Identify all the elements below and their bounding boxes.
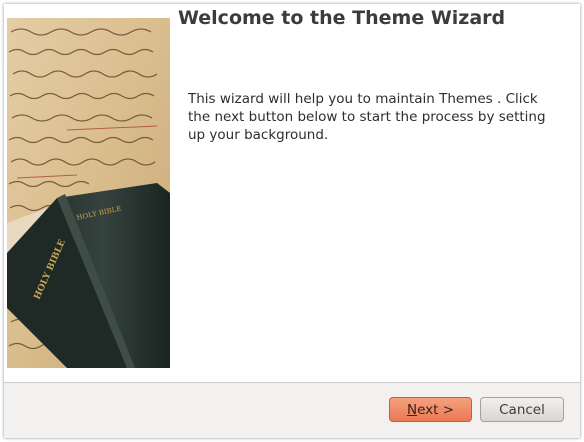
next-button-label: ext > bbox=[417, 401, 455, 418]
next-button[interactable]: Next > bbox=[389, 397, 472, 422]
theme-wizard-dialog: HOLY BIBLE HOLY BIBLE Welcome to the The… bbox=[4, 4, 580, 438]
wizard-description: This wizard will help you to maintain Th… bbox=[188, 91, 546, 143]
button-bar: Next > Cancel bbox=[4, 382, 580, 438]
wizard-title: Welcome to the Theme Wizard bbox=[178, 7, 506, 29]
bible-manuscript-image: HOLY BIBLE HOLY BIBLE bbox=[7, 18, 170, 368]
next-button-mnemonic: N bbox=[406, 401, 418, 418]
cancel-button[interactable]: Cancel bbox=[480, 397, 564, 422]
cancel-button-label: Cancel bbox=[499, 401, 545, 418]
